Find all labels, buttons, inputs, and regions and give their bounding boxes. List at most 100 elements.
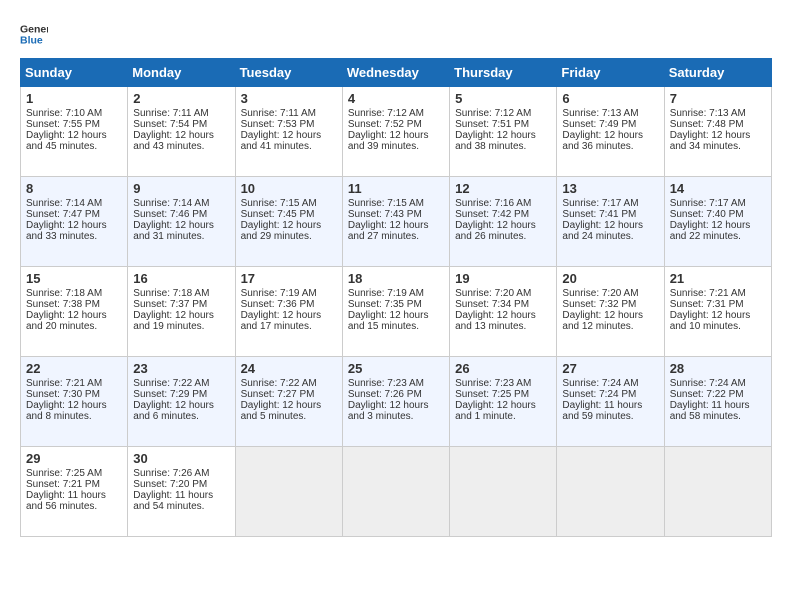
day-info: Daylight: 11 hours xyxy=(562,400,658,411)
day-info: Daylight: 12 hours xyxy=(348,220,444,231)
day-info: Sunrise: 7:13 AM xyxy=(670,108,766,119)
day-number: 21 xyxy=(670,271,766,286)
day-info: Sunset: 7:30 PM xyxy=(26,389,122,400)
day-info: Daylight: 12 hours xyxy=(455,310,551,321)
day-info: Daylight: 12 hours xyxy=(26,220,122,231)
calendar-cell: 28Sunrise: 7:24 AMSunset: 7:22 PMDayligh… xyxy=(664,357,771,447)
day-info: Sunrise: 7:22 AM xyxy=(133,378,229,389)
calendar-cell: 4Sunrise: 7:12 AMSunset: 7:52 PMDaylight… xyxy=(342,87,449,177)
day-number: 4 xyxy=(348,91,444,106)
day-number: 28 xyxy=(670,361,766,376)
day-number: 13 xyxy=(562,181,658,196)
calendar-cell: 18Sunrise: 7:19 AMSunset: 7:35 PMDayligh… xyxy=(342,267,449,357)
day-info: Sunrise: 7:14 AM xyxy=(133,198,229,209)
calendar-cell: 1Sunrise: 7:10 AMSunset: 7:55 PMDaylight… xyxy=(21,87,128,177)
calendar-cell: 30Sunrise: 7:26 AMSunset: 7:20 PMDayligh… xyxy=(128,447,235,537)
day-info: Sunset: 7:49 PM xyxy=(562,119,658,130)
calendar-cell: 21Sunrise: 7:21 AMSunset: 7:31 PMDayligh… xyxy=(664,267,771,357)
day-number: 12 xyxy=(455,181,551,196)
day-info: Daylight: 12 hours xyxy=(348,400,444,411)
calendar-cell: 7Sunrise: 7:13 AMSunset: 7:48 PMDaylight… xyxy=(664,87,771,177)
day-info: Sunset: 7:37 PM xyxy=(133,299,229,310)
day-info: and 34 minutes. xyxy=(670,141,766,152)
day-info: and 43 minutes. xyxy=(133,141,229,152)
day-info: Sunrise: 7:15 AM xyxy=(241,198,337,209)
day-number: 15 xyxy=(26,271,122,286)
day-number: 5 xyxy=(455,91,551,106)
calendar-cell: 15Sunrise: 7:18 AMSunset: 7:38 PMDayligh… xyxy=(21,267,128,357)
day-number: 7 xyxy=(670,91,766,106)
day-info: and 54 minutes. xyxy=(133,501,229,512)
day-number: 24 xyxy=(241,361,337,376)
day-info: and 20 minutes. xyxy=(26,321,122,332)
header-friday: Friday xyxy=(557,59,664,87)
day-info: and 45 minutes. xyxy=(26,141,122,152)
calendar-cell: 19 Sunrise: 7:20 AMSunset: 7:34 PMDayligh… xyxy=(450,267,557,357)
day-info: Sunrise: 7:23 AM xyxy=(348,378,444,389)
week-row-1: 1Sunrise: 7:10 AMSunset: 7:55 PMDaylight… xyxy=(21,87,772,177)
day-info: Daylight: 12 hours xyxy=(348,310,444,321)
day-number: 20 xyxy=(562,271,658,286)
calendar-cell: 14Sunrise: 7:17 AMSunset: 7:40 PMDayligh… xyxy=(664,177,771,267)
day-info: Daylight: 12 hours xyxy=(133,130,229,141)
day-number: 26 xyxy=(455,361,551,376)
calendar-cell: 25Sunrise: 7:23 AMSunset: 7:26 PMDayligh… xyxy=(342,357,449,447)
day-info: Sunrise: 7:17 AM xyxy=(670,198,766,209)
day-info: Daylight: 12 hours xyxy=(670,130,766,141)
day-number: 19 xyxy=(455,271,551,286)
calendar-cell: 24Sunrise: 7:22 AMSunset: 7:27 PMDayligh… xyxy=(235,357,342,447)
day-info: and 27 minutes. xyxy=(348,231,444,242)
calendar-cell xyxy=(342,447,449,537)
day-info: Sunrise: 7:13 AM xyxy=(562,108,658,119)
calendar-cell: 26Sunrise: 7:23 AMSunset: 7:25 PMDayligh… xyxy=(450,357,557,447)
header-wednesday: Wednesday xyxy=(342,59,449,87)
day-info: Sunset: 7:36 PM xyxy=(241,299,337,310)
day-info: Daylight: 12 hours xyxy=(562,310,658,321)
calendar-cell: 6Sunrise: 7:13 AMSunset: 7:49 PMDaylight… xyxy=(557,87,664,177)
day-info: and 17 minutes. xyxy=(241,321,337,332)
day-info: Sunrise: 7:21 AM xyxy=(26,378,122,389)
day-number: 2 xyxy=(133,91,229,106)
calendar-cell: 29Sunrise: 7:25 AMSunset: 7:21 PMDayligh… xyxy=(21,447,128,537)
header-sunday: Sunday xyxy=(21,59,128,87)
day-number: 1 xyxy=(26,91,122,106)
day-info: Sunset: 7:42 PM xyxy=(455,209,551,220)
day-info: Sunrise: 7:20 AM xyxy=(455,288,551,299)
week-row-5: 29Sunrise: 7:25 AMSunset: 7:21 PMDayligh… xyxy=(21,447,772,537)
day-info: Sunset: 7:46 PM xyxy=(133,209,229,220)
day-info: Sunset: 7:43 PM xyxy=(348,209,444,220)
day-info: Daylight: 11 hours xyxy=(670,400,766,411)
svg-text:General: General xyxy=(20,23,48,35)
calendar-cell xyxy=(450,447,557,537)
calendar-cell: 3Sunrise: 7:11 AMSunset: 7:53 PMDaylight… xyxy=(235,87,342,177)
day-number: 8 xyxy=(26,181,122,196)
calendar-cell: 9Sunrise: 7:14 AMSunset: 7:46 PMDaylight… xyxy=(128,177,235,267)
day-info: Sunset: 7:53 PM xyxy=(241,119,337,130)
day-info: Daylight: 12 hours xyxy=(455,130,551,141)
day-number: 18 xyxy=(348,271,444,286)
calendar-cell: 22Sunrise: 7:21 AMSunset: 7:30 PMDayligh… xyxy=(21,357,128,447)
day-info: Sunset: 7:34 PM xyxy=(455,299,551,310)
day-info: Sunrise: 7:20 AM xyxy=(562,288,658,299)
calendar-cell: 5Sunrise: 7:12 AMSunset: 7:51 PMDaylight… xyxy=(450,87,557,177)
day-info: Daylight: 12 hours xyxy=(26,400,122,411)
logo-icon: General Blue xyxy=(20,20,48,48)
day-info: and 39 minutes. xyxy=(348,141,444,152)
calendar-body: 1Sunrise: 7:10 AMSunset: 7:55 PMDaylight… xyxy=(21,87,772,537)
day-info: and 22 minutes. xyxy=(670,231,766,242)
day-info: Sunrise: 7:24 AM xyxy=(670,378,766,389)
day-info: Daylight: 12 hours xyxy=(133,310,229,321)
day-info: Sunset: 7:35 PM xyxy=(348,299,444,310)
day-info: and 15 minutes. xyxy=(348,321,444,332)
day-info: Daylight: 12 hours xyxy=(241,130,337,141)
day-info: Sunset: 7:32 PM xyxy=(562,299,658,310)
header-saturday: Saturday xyxy=(664,59,771,87)
day-number: 10 xyxy=(241,181,337,196)
day-info: Sunrise: 7:25 AM xyxy=(26,468,122,479)
day-info: Daylight: 12 hours xyxy=(133,400,229,411)
day-info: and 26 minutes. xyxy=(455,231,551,242)
day-info: Sunset: 7:52 PM xyxy=(348,119,444,130)
day-info: Sunrise: 7:23 AM xyxy=(455,378,551,389)
day-info: Daylight: 12 hours xyxy=(241,400,337,411)
day-info: Sunset: 7:21 PM xyxy=(26,479,122,490)
